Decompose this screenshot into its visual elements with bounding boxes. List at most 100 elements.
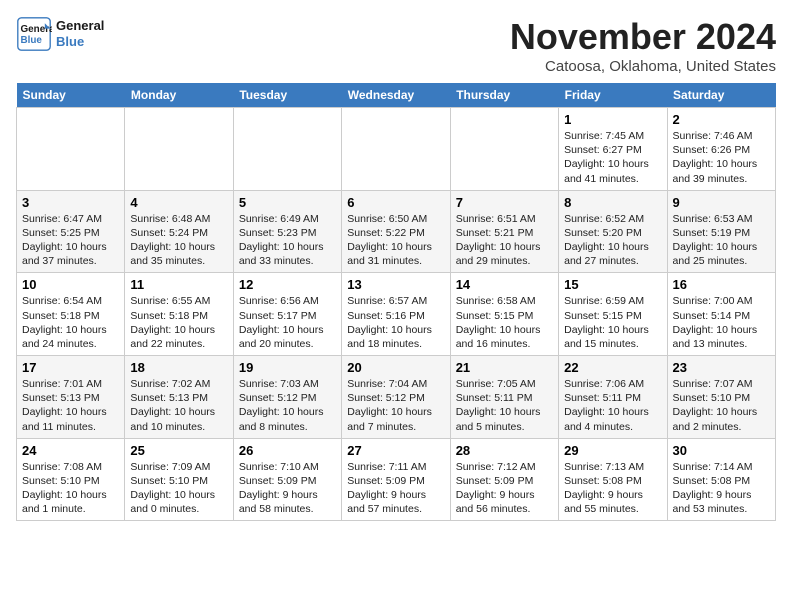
day-cell-19: 19 Sunrise: 7:03 AMSunset: 5:12 PMDayligh…	[233, 356, 341, 439]
week-row-4: 17 Sunrise: 7:01 AMSunset: 5:13 PMDayligh…	[17, 356, 776, 439]
empty-cell	[17, 108, 125, 191]
day-cell-24: 24Sunrise: 7:08 AMSunset: 5:10 PMDayligh…	[17, 438, 125, 521]
weekday-header-wednesday: Wednesday	[342, 83, 450, 108]
day-info: Sunrise: 6:54 AMSunset: 5:18 PMDaylight:…	[22, 294, 119, 351]
day-number: 13	[347, 277, 444, 292]
day-cell-2: 2 Sunrise: 7:46 AMSunset: 6:26 PMDaylight…	[667, 108, 775, 191]
day-number: 26	[239, 443, 336, 458]
day-info: Sunrise: 7:03 AMSunset: 5:12 PMDaylight:…	[239, 377, 336, 434]
weekday-header-friday: Friday	[559, 83, 667, 108]
day-info: Sunrise: 7:09 AMSunset: 5:10 PMDaylight:…	[130, 460, 227, 517]
day-cell-28: 28 Sunrise: 7:12 AMSunset: 5:09 PMDayligh…	[450, 438, 558, 521]
day-cell-25: 25 Sunrise: 7:09 AMSunset: 5:10 PMDayligh…	[125, 438, 233, 521]
empty-cell	[342, 108, 450, 191]
day-number: 11	[130, 277, 227, 292]
day-cell-13: 13Sunrise: 6:57 AMSunset: 5:16 PMDayligh…	[342, 273, 450, 356]
day-number: 28	[456, 443, 553, 458]
day-number: 16	[673, 277, 770, 292]
logo-text: GeneralBlue	[56, 18, 104, 49]
day-number: 14	[456, 277, 553, 292]
day-number: 25	[130, 443, 227, 458]
day-info: Sunrise: 6:53 AMSunset: 5:19 PMDaylight:…	[673, 212, 770, 269]
day-cell-29: 29 Sunrise: 7:13 AMSunset: 5:08 PMDayligh…	[559, 438, 667, 521]
day-number: 27	[347, 443, 444, 458]
day-cell-3: 3Sunrise: 6:47 AMSunset: 5:25 PMDaylight…	[17, 190, 125, 273]
week-row-3: 10 Sunrise: 6:54 AMSunset: 5:18 PMDayligh…	[17, 273, 776, 356]
day-info: Sunrise: 7:01 AMSunset: 5:13 PMDaylight:…	[22, 377, 119, 434]
day-number: 15	[564, 277, 661, 292]
day-info: Sunrise: 6:51 AMSunset: 5:21 PMDaylight:…	[456, 212, 553, 269]
day-number: 2	[673, 112, 770, 127]
day-number: 19	[239, 360, 336, 375]
day-number: 4	[130, 195, 227, 210]
day-number: 18	[130, 360, 227, 375]
calendar-table: SundayMondayTuesdayWednesdayThursdayFrid…	[16, 83, 776, 521]
day-number: 23	[673, 360, 770, 375]
day-info: Sunrise: 6:48 AMSunset: 5:24 PMDaylight:…	[130, 212, 227, 269]
day-number: 30	[673, 443, 770, 458]
day-info: Sunrise: 7:11 AMSunset: 5:09 PMDaylight:…	[347, 460, 444, 517]
day-cell-1: 1 Sunrise: 7:45 AMSunset: 6:27 PMDaylight…	[559, 108, 667, 191]
day-info: Sunrise: 6:52 AMSunset: 5:20 PMDaylight:…	[564, 212, 661, 269]
weekday-header-thursday: Thursday	[450, 83, 558, 108]
weekday-header-saturday: Saturday	[667, 83, 775, 108]
day-number: 6	[347, 195, 444, 210]
week-row-1: 1 Sunrise: 7:45 AMSunset: 6:27 PMDaylight…	[17, 108, 776, 191]
weekday-header-sunday: Sunday	[17, 83, 125, 108]
day-cell-10: 10 Sunrise: 6:54 AMSunset: 5:18 PMDayligh…	[17, 273, 125, 356]
day-number: 5	[239, 195, 336, 210]
day-number: 1	[564, 112, 661, 127]
day-info: Sunrise: 6:58 AMSunset: 5:15 PMDaylight:…	[456, 294, 553, 351]
day-info: Sunrise: 6:50 AMSunset: 5:22 PMDaylight:…	[347, 212, 444, 269]
day-info: Sunrise: 7:02 AMSunset: 5:13 PMDaylight:…	[130, 377, 227, 434]
day-info: Sunrise: 7:06 AMSunset: 5:11 PMDaylight:…	[564, 377, 661, 434]
day-number: 3	[22, 195, 119, 210]
day-cell-12: 12 Sunrise: 6:56 AMSunset: 5:17 PMDayligh…	[233, 273, 341, 356]
logo-icon: General Blue	[16, 16, 52, 52]
day-cell-5: 5 Sunrise: 6:49 AMSunset: 5:23 PMDaylight…	[233, 190, 341, 273]
day-cell-26: 26 Sunrise: 7:10 AMSunset: 5:09 PMDayligh…	[233, 438, 341, 521]
weekday-header-monday: Monday	[125, 83, 233, 108]
day-cell-11: 11 Sunrise: 6:55 AMSunset: 5:18 PMDayligh…	[125, 273, 233, 356]
day-cell-4: 4 Sunrise: 6:48 AMSunset: 5:24 PMDaylight…	[125, 190, 233, 273]
day-info: Sunrise: 7:46 AMSunset: 6:26 PMDaylight:…	[673, 129, 770, 186]
day-cell-9: 9Sunrise: 6:53 AMSunset: 5:19 PMDaylight…	[667, 190, 775, 273]
location-title: Catoosa, Oklahoma, United States	[510, 58, 776, 75]
day-info: Sunrise: 7:14 AMSunset: 5:08 PMDaylight:…	[673, 460, 770, 517]
day-cell-15: 15Sunrise: 6:59 AMSunset: 5:15 PMDayligh…	[559, 273, 667, 356]
day-info: Sunrise: 6:49 AMSunset: 5:23 PMDaylight:…	[239, 212, 336, 269]
day-cell-20: 20 Sunrise: 7:04 AMSunset: 5:12 PMDayligh…	[342, 356, 450, 439]
day-cell-18: 18 Sunrise: 7:02 AMSunset: 5:13 PMDayligh…	[125, 356, 233, 439]
day-info: Sunrise: 7:45 AMSunset: 6:27 PMDaylight:…	[564, 129, 661, 186]
day-number: 22	[564, 360, 661, 375]
day-cell-21: 21Sunrise: 7:05 AMSunset: 5:11 PMDayligh…	[450, 356, 558, 439]
day-number: 10	[22, 277, 119, 292]
day-info: Sunrise: 7:04 AMSunset: 5:12 PMDaylight:…	[347, 377, 444, 434]
day-info: Sunrise: 7:00 AMSunset: 5:14 PMDaylight:…	[673, 294, 770, 351]
month-title: November 2024	[510, 16, 776, 58]
weekday-header-row: SundayMondayTuesdayWednesdayThursdayFrid…	[17, 83, 776, 108]
day-number: 12	[239, 277, 336, 292]
day-info: Sunrise: 6:55 AMSunset: 5:18 PMDaylight:…	[130, 294, 227, 351]
day-info: Sunrise: 7:05 AMSunset: 5:11 PMDaylight:…	[456, 377, 553, 434]
empty-cell	[125, 108, 233, 191]
day-info: Sunrise: 6:56 AMSunset: 5:17 PMDaylight:…	[239, 294, 336, 351]
day-cell-23: 23 Sunrise: 7:07 AMSunset: 5:10 PMDayligh…	[667, 356, 775, 439]
day-number: 7	[456, 195, 553, 210]
day-info: Sunrise: 7:10 AMSunset: 5:09 PMDaylight:…	[239, 460, 336, 517]
day-number: 29	[564, 443, 661, 458]
day-number: 20	[347, 360, 444, 375]
svg-text:Blue: Blue	[21, 35, 43, 46]
logo: General Blue GeneralBlue	[16, 16, 104, 52]
day-number: 8	[564, 195, 661, 210]
day-number: 17	[22, 360, 119, 375]
day-info: Sunrise: 7:07 AMSunset: 5:10 PMDaylight:…	[673, 377, 770, 434]
weekday-header-tuesday: Tuesday	[233, 83, 341, 108]
week-row-5: 24Sunrise: 7:08 AMSunset: 5:10 PMDayligh…	[17, 438, 776, 521]
day-cell-22: 22 Sunrise: 7:06 AMSunset: 5:11 PMDayligh…	[559, 356, 667, 439]
week-row-2: 3Sunrise: 6:47 AMSunset: 5:25 PMDaylight…	[17, 190, 776, 273]
day-info: Sunrise: 7:13 AMSunset: 5:08 PMDaylight:…	[564, 460, 661, 517]
day-info: Sunrise: 7:12 AMSunset: 5:09 PMDaylight:…	[456, 460, 553, 517]
day-cell-6: 6 Sunrise: 6:50 AMSunset: 5:22 PMDaylight…	[342, 190, 450, 273]
empty-cell	[233, 108, 341, 191]
